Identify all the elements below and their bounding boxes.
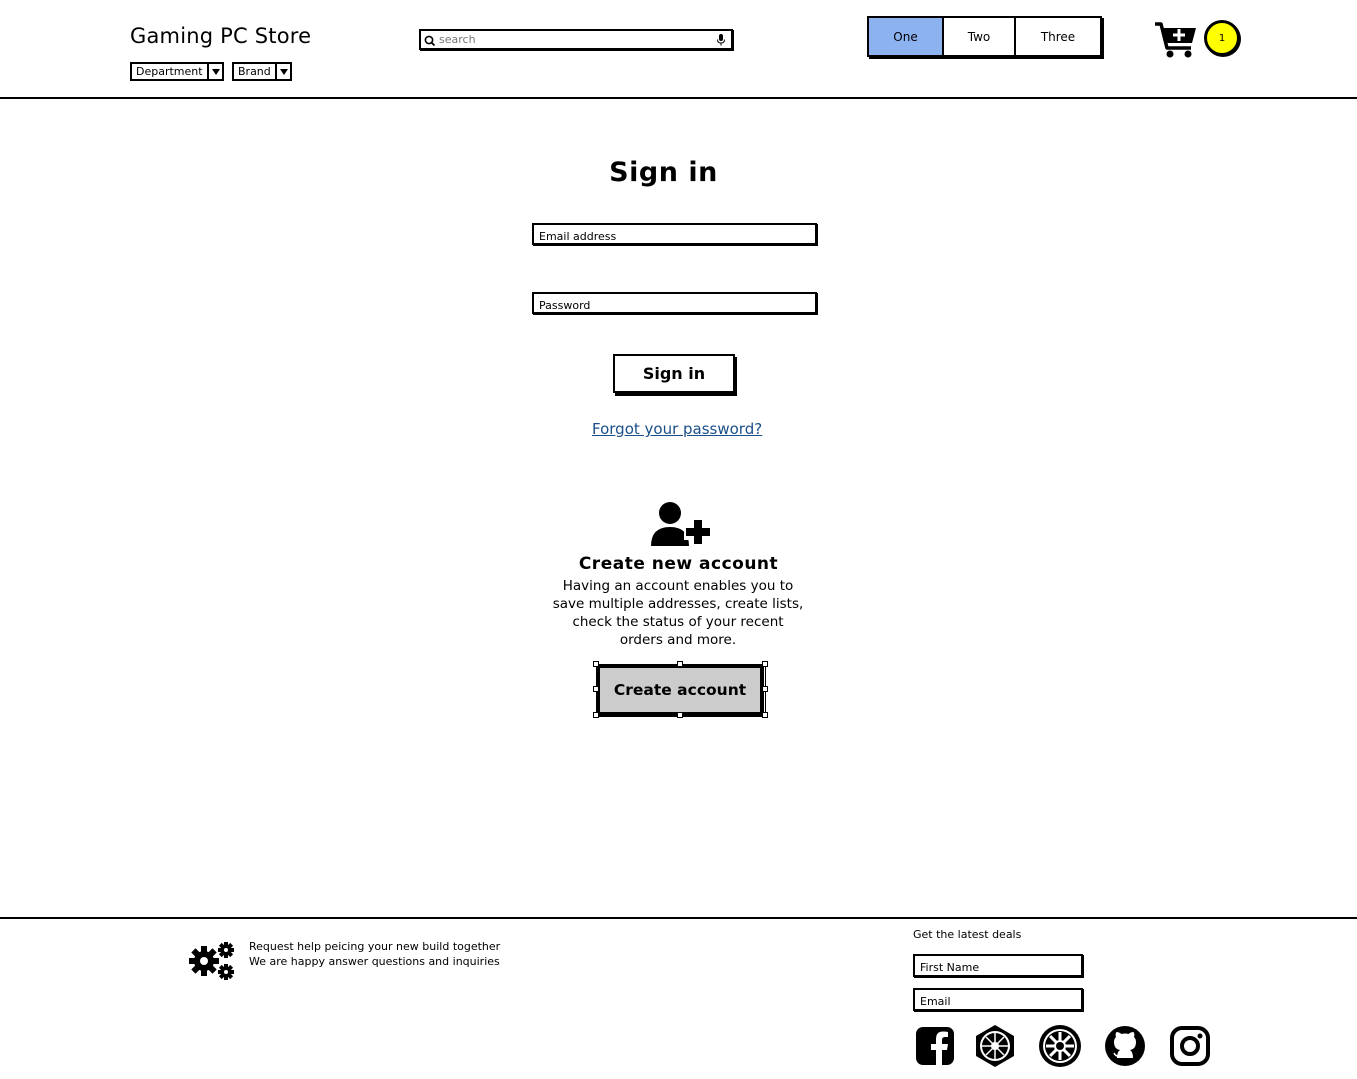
email-input[interactable] [534, 227, 815, 246]
selection-handle [593, 712, 599, 718]
galactic-republic-icon[interactable] [1038, 1024, 1082, 1068]
create-account-heading: Create new account [0, 554, 1357, 574]
search-box [419, 29, 733, 50]
description-line: orders and more. [619, 632, 737, 648]
footer-divider [0, 917, 1357, 919]
email-field [532, 223, 817, 246]
help-line: We are happy answer questions and inquir… [249, 955, 500, 968]
brand-dropdown[interactable]: Brand [232, 62, 292, 81]
selection-handle [762, 686, 768, 692]
selection-handle [762, 661, 768, 667]
search-icon [424, 35, 436, 46]
first-name-input[interactable] [915, 958, 1081, 977]
password-field [532, 292, 817, 315]
forgot-password-link[interactable]: Forgot your password? [592, 420, 762, 438]
cart-count: 1 [1218, 32, 1226, 44]
instagram-icon[interactable] [1168, 1024, 1212, 1068]
help-text: Request help peicing your new build toge… [249, 939, 500, 969]
help-line: Request help peicing your new build toge… [249, 940, 501, 953]
newsletter-email-field [913, 988, 1083, 1011]
selection-handle [762, 712, 768, 718]
create-account-button[interactable]: Create account [597, 665, 763, 715]
newsletter-email-input[interactable] [915, 992, 1081, 1011]
search-input[interactable] [437, 31, 714, 48]
description-line: check the status of your recent [572, 614, 784, 630]
deals-title: Get the latest deals [913, 928, 1022, 941]
chevron-down-icon [207, 64, 222, 79]
brand-dropdown-label: Brand [238, 65, 271, 78]
tab-three[interactable]: Three [1014, 18, 1100, 55]
user-plus-icon [651, 502, 712, 546]
cart-plus-icon[interactable] [1153, 20, 1199, 60]
create-account-heading-text: Create new account [578, 554, 779, 574]
password-input[interactable] [534, 296, 815, 315]
microphone-icon[interactable] [714, 32, 728, 48]
store-title: Gaming PC Store [130, 24, 312, 48]
signin-heading: Sign in [0, 157, 1357, 188]
selection-handle [593, 686, 599, 692]
selection-handle [593, 661, 599, 667]
description-line: Having an account enables you to [562, 578, 794, 594]
first-order-icon[interactable] [973, 1024, 1017, 1068]
selection-handle [677, 661, 683, 667]
github-icon[interactable] [1103, 1024, 1147, 1068]
signin-button[interactable]: Sign in [613, 354, 735, 393]
description-line: save multiple addresses, create lists, [552, 596, 804, 612]
tab-two[interactable]: Two [942, 18, 1014, 55]
tab-one[interactable]: One [869, 18, 942, 55]
chevron-down-icon [275, 64, 290, 79]
department-dropdown[interactable]: Department [130, 62, 224, 81]
header-divider [0, 97, 1357, 99]
selection-handle [677, 712, 683, 718]
department-dropdown-label: Department [136, 65, 203, 78]
create-account-description: Having an account enables you to save mu… [528, 577, 828, 649]
tab-bar: One Two Three [867, 16, 1102, 57]
first-name-field [913, 954, 1083, 977]
facebook-icon[interactable] [913, 1024, 957, 1068]
gears-icon [189, 942, 234, 980]
signin-heading-text: Sign in [609, 157, 718, 188]
cart-count-badge: 1 [1204, 20, 1240, 56]
